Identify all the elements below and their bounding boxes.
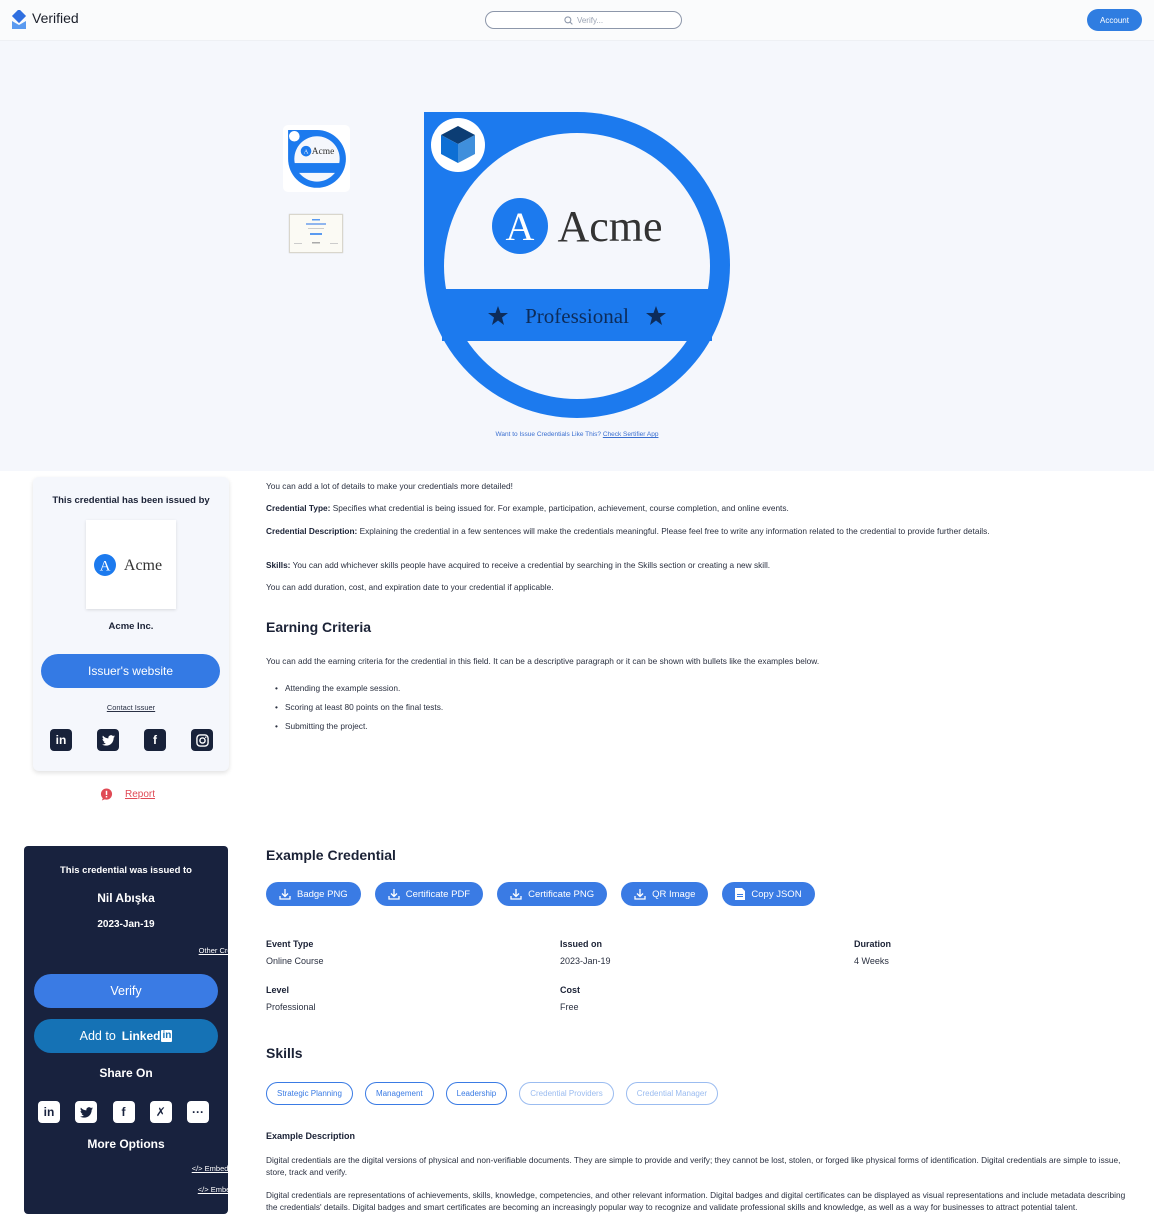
meta-event-type: Event Type Online Course bbox=[266, 939, 324, 966]
issue-credentials-note: Want to Issue Credentials Like This? Che… bbox=[0, 431, 1154, 438]
skill-tag[interactable]: Leadership bbox=[445, 1082, 508, 1105]
download-icon bbox=[510, 889, 522, 900]
add-to-label: Add to bbox=[79, 1029, 116, 1043]
credential-type-text: Specifies what credential is being issue… bbox=[330, 503, 789, 513]
credential-description-paragraph: Credential Description: Explaining the c… bbox=[266, 525, 1126, 537]
skill-tag[interactable]: Management bbox=[364, 1082, 434, 1105]
issue-date: 2023-Jan-19 bbox=[97, 919, 155, 930]
credential-description-text: Explaining the credential in a few sente… bbox=[357, 526, 990, 536]
svg-text:A: A bbox=[100, 558, 111, 574]
verified-logo-icon bbox=[11, 8, 27, 30]
verified-logo[interactable]: Verified bbox=[11, 8, 79, 30]
credential-badge: A Acme Professional bbox=[424, 112, 730, 418]
badge-level: Professional bbox=[525, 304, 629, 328]
credential-type-paragraph: Credential Type: Specifies what credenti… bbox=[266, 502, 1126, 514]
badge-issuer-initial: A bbox=[506, 204, 535, 249]
report-icon bbox=[100, 788, 113, 801]
credential-type-label: Credential Type: bbox=[266, 503, 331, 513]
recipient-name: Nil Abışka bbox=[97, 891, 155, 905]
share-links: in f ✗ ··· bbox=[38, 1101, 209, 1123]
skills-list: Strategic Planning Management Leadership… bbox=[266, 1082, 718, 1105]
download-icon bbox=[634, 889, 646, 900]
details-intro: You can add a lot of details to make you… bbox=[266, 481, 513, 491]
skill-tag[interactable]: Credential Providers bbox=[519, 1082, 614, 1105]
issuer-social-links: in f bbox=[50, 729, 213, 751]
contact-issuer-link[interactable]: Contact Issuer bbox=[33, 703, 229, 712]
copy-json-button[interactable]: Copy JSON bbox=[722, 882, 815, 906]
skills-label: Skills: bbox=[266, 560, 291, 570]
meta-cost: Cost Free bbox=[560, 985, 580, 1012]
certificate-thumbnail[interactable] bbox=[289, 214, 343, 253]
meta-duration: Duration 4 Weeks bbox=[854, 939, 891, 966]
recipient-card: This credential was issued to Nil Abışka… bbox=[24, 846, 264, 1214]
svg-text:A: A bbox=[303, 148, 308, 155]
example-description-paragraph: Digital credentials are representations … bbox=[266, 1190, 1126, 1212]
top-header: Verified Verify... Account bbox=[0, 0, 1154, 41]
skill-tag[interactable]: Credential Manager bbox=[625, 1082, 718, 1105]
credential-description-label: Credential Description: bbox=[266, 526, 358, 536]
skills-paragraph: Skills: You can add whichever skills peo… bbox=[266, 559, 1126, 571]
share-xing-icon[interactable]: ✗ bbox=[149, 1101, 172, 1123]
skill-tag[interactable]: Strategic Planning bbox=[266, 1082, 353, 1105]
download-certificate-pdf-button[interactable]: Certificate PDF bbox=[374, 882, 484, 906]
search-icon bbox=[564, 15, 573, 25]
example-credential-heading: Example Credential bbox=[266, 847, 396, 863]
download-icon bbox=[279, 889, 291, 900]
meta-level: Level Professional bbox=[266, 985, 316, 1012]
issuer-name: Acme Inc. bbox=[108, 621, 154, 632]
linkedin-wordmark: Linked bbox=[121, 1029, 161, 1043]
instagram-icon[interactable] bbox=[191, 729, 213, 751]
facebook-icon[interactable]: f bbox=[144, 729, 166, 751]
check-sertifier-link[interactable]: Check Sertifier App bbox=[603, 431, 659, 438]
meta-issued-on: Issued on 2023-Jan-19 bbox=[560, 939, 611, 966]
download-icon bbox=[388, 889, 400, 900]
report-link[interactable]: Report bbox=[100, 788, 155, 801]
more-options-heading: More Options bbox=[87, 1137, 165, 1151]
credential-hero: A Acme A Acme Professional Want to Issue… bbox=[0, 41, 1154, 471]
issuer-card: This credential has been issued by A Acm… bbox=[33, 477, 229, 771]
earning-criteria-heading: Earning Criteria bbox=[266, 619, 372, 635]
share-facebook-icon[interactable]: f bbox=[112, 1101, 135, 1123]
share-more-icon[interactable]: ··· bbox=[187, 1101, 209, 1123]
criteria-item: Submitting the project. bbox=[275, 720, 443, 739]
json-file-icon bbox=[735, 888, 746, 900]
brand-name: Verified bbox=[32, 10, 79, 26]
criteria-item: Attending the example session. bbox=[275, 682, 443, 701]
recipient-card-title: This credential was issued to bbox=[60, 865, 192, 876]
verify-search-input[interactable]: Verify... bbox=[485, 11, 682, 29]
issuer-logo: A Acme bbox=[86, 520, 176, 609]
svg-text:Acme: Acme bbox=[124, 557, 162, 574]
account-button[interactable]: Account bbox=[1087, 9, 1142, 31]
share-on-heading: Share On bbox=[99, 1066, 153, 1080]
note-text: Want to Issue Credentials Like This? bbox=[495, 431, 602, 438]
linkedin-icon[interactable]: in bbox=[50, 729, 72, 751]
svg-text:Acme: Acme bbox=[311, 146, 334, 156]
share-linkedin-icon[interactable]: in bbox=[38, 1101, 60, 1123]
earning-criteria-text: You can add the earning criteria for the… bbox=[266, 656, 820, 666]
issuer-card-title: This credential has been issued by bbox=[52, 495, 210, 506]
example-description-heading: Example Description bbox=[266, 1131, 356, 1141]
download-certificate-png-button[interactable]: Certificate PNG bbox=[497, 882, 608, 906]
criteria-item: Scoring at least 80 points on the final … bbox=[275, 701, 443, 720]
details-extra: You can add duration, cost, and expirati… bbox=[266, 582, 554, 592]
skills-heading: Skills bbox=[266, 1045, 303, 1061]
badge-issuer-name: Acme bbox=[557, 202, 662, 251]
badge-thumbnail[interactable]: A Acme bbox=[283, 125, 350, 192]
earning-criteria-list: Attending the example session. Scoring a… bbox=[275, 682, 443, 739]
skills-text: You can add whichever skills people have… bbox=[290, 560, 771, 570]
issuer-website-button[interactable]: Issuer's website bbox=[41, 654, 220, 688]
twitter-icon[interactable] bbox=[97, 729, 119, 751]
verify-button[interactable]: Verify bbox=[34, 974, 218, 1008]
download-qr-image-button[interactable]: QR Image bbox=[621, 882, 709, 906]
share-twitter-icon[interactable] bbox=[75, 1101, 98, 1123]
add-to-linkedin-button[interactable]: Add to Linked in bbox=[34, 1019, 218, 1053]
search-placeholder: Verify... bbox=[576, 15, 604, 25]
report-label: Report bbox=[125, 789, 156, 800]
download-badge-png-button[interactable]: Badge PNG bbox=[266, 882, 361, 906]
download-buttons: Badge PNG Certificate PDF Certificate PN… bbox=[266, 882, 815, 906]
linkedin-logo-icon: in bbox=[161, 1030, 173, 1042]
example-description-paragraph: Digital credentials are the digital vers… bbox=[266, 1155, 1121, 1177]
